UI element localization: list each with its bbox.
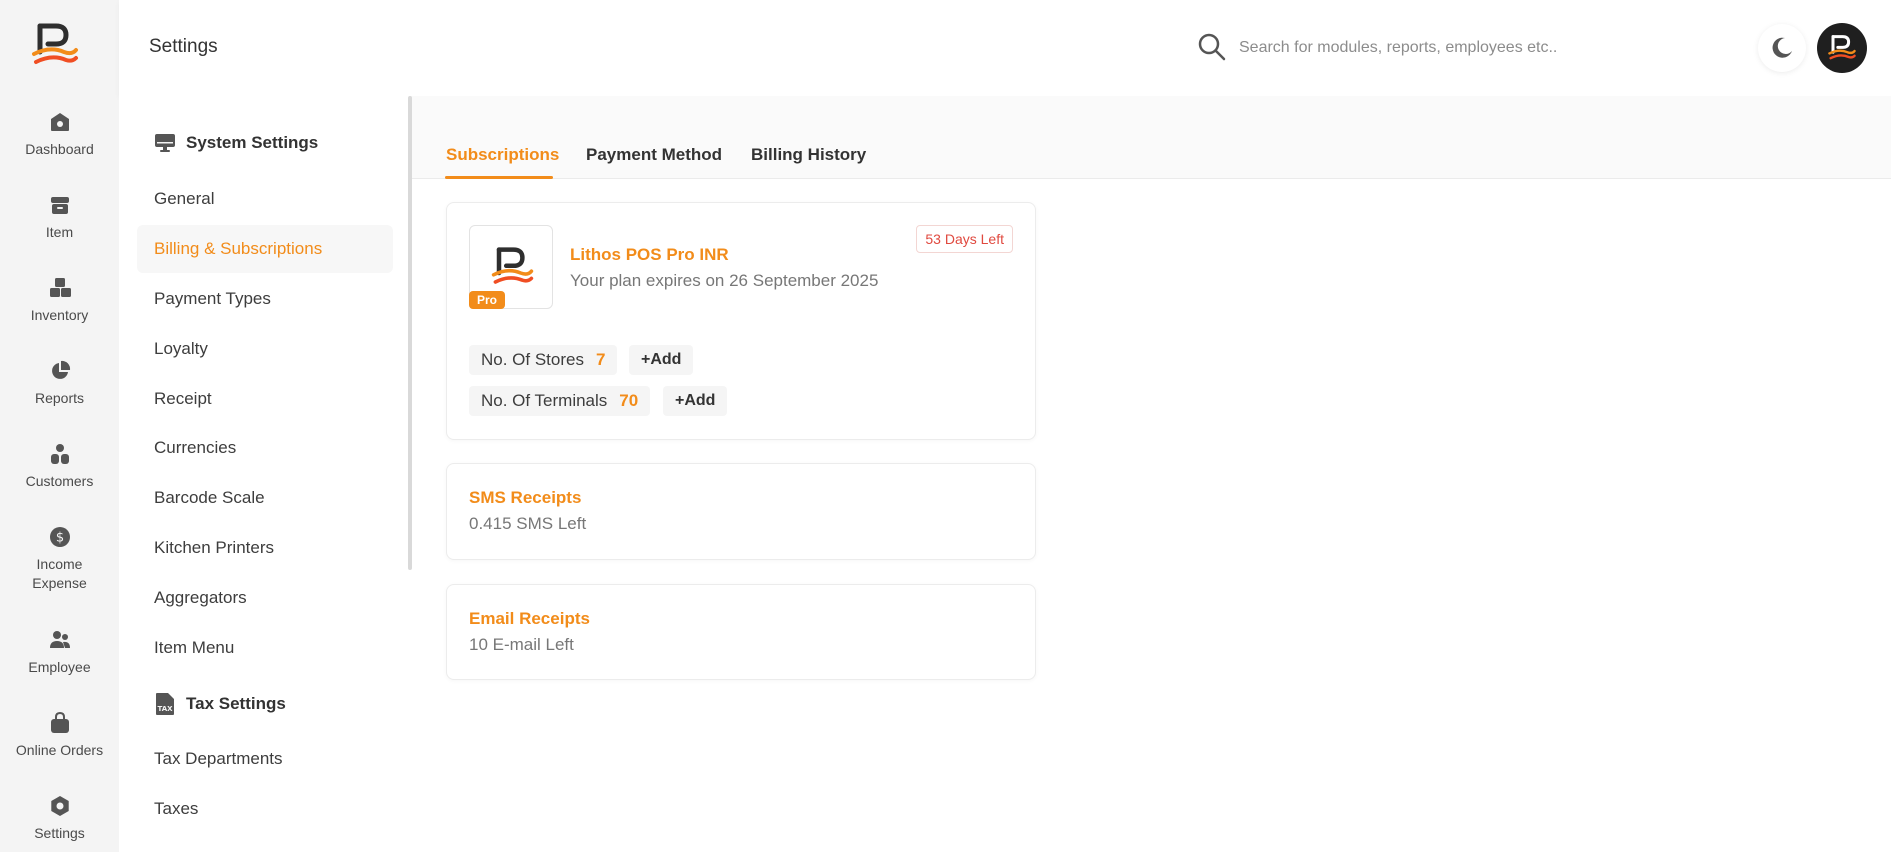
system-settings-heading-label: System Settings — [186, 133, 319, 152]
rail-item-label: Settings — [34, 825, 85, 841]
system-settings-heading: System Settings — [154, 132, 318, 154]
settings-nav-label: Taxes — [154, 799, 199, 818]
settings-nav-payment-types[interactable]: Payment Types — [137, 275, 393, 323]
settings-nav-currencies[interactable]: Currencies — [137, 424, 393, 472]
rail-item-customers[interactable]: Customers — [0, 442, 119, 491]
settings-nav-item-menu[interactable]: Item Menu — [137, 624, 393, 672]
stores-count: 7 — [595, 350, 606, 369]
active-tab-indicator — [445, 176, 553, 179]
gear-icon — [48, 794, 72, 818]
sms-receipts-title: SMS Receipts — [469, 488, 582, 507]
customer-icon — [48, 442, 72, 466]
settings-nav-label: Tax Departments — [154, 749, 283, 768]
add-terminal-button[interactable]: +Add — [663, 386, 728, 416]
settings-nav-label: Barcode Scale — [154, 488, 265, 507]
sms-receipts-card: SMS Receipts 0.415 SMS Left — [446, 463, 1036, 560]
dollar-icon: $ — [48, 525, 72, 549]
terminals-count-pill: No. Of Terminals 70 — [469, 386, 651, 416]
email-receipts-card: Email Receipts 10 E-mail Left — [446, 584, 1036, 680]
tax-document-icon: TAX — [156, 693, 174, 715]
moon-icon — [1772, 37, 1792, 58]
rail-item-reports[interactable]: Reports — [0, 359, 119, 408]
settings-nav-loyalty[interactable]: Loyalty — [137, 325, 393, 373]
users-icon — [48, 628, 72, 652]
rail-item-label: Online Orders — [15, 742, 104, 758]
rail-item-label: Income Expense — [32, 556, 87, 591]
add-store-button[interactable]: +Add — [629, 345, 694, 375]
rail-item-employee[interactable]: Employee — [0, 628, 119, 677]
pro-badge: Pro — [469, 291, 506, 309]
tax-settings-heading-label: Tax Settings — [186, 694, 286, 713]
settings-nav-barcode-scale[interactable]: Barcode Scale — [137, 474, 393, 522]
terminals-label: No. Of Terminals — [481, 391, 608, 410]
home-icon — [48, 110, 72, 134]
settings-nav-label: Aggregators — [154, 588, 247, 607]
sms-receipts-remaining: 0.415 SMS Left — [469, 514, 587, 533]
settings-nav-label: Kitchen Printers — [154, 538, 274, 557]
rail-item-label: Inventory — [30, 307, 89, 323]
email-receipts-remaining: 10 E-mail Left — [469, 635, 574, 654]
monitor-icon — [155, 134, 175, 152]
tab-billing-history[interactable]: Billing History — [751, 145, 866, 165]
plan-name: Lithos POS Pro INR — [570, 245, 729, 264]
rail-item-label: Dashboard — [25, 141, 94, 157]
theme-toggle-button[interactable] — [1758, 24, 1806, 72]
plan-expiry: Your plan expires on 26 September 2025 — [570, 271, 879, 290]
settings-nav-kitchen-printers[interactable]: Kitchen Printers — [137, 524, 393, 572]
user-avatar[interactable] — [1817, 23, 1867, 73]
settings-nav-taxes[interactable]: Taxes — [137, 785, 393, 833]
rail-item-inventory[interactable]: Inventory — [0, 276, 119, 325]
app-logo-icon — [1828, 35, 1856, 60]
days-left-badge: 53 Days Left — [916, 225, 1013, 253]
settings-nav-label: Receipt — [154, 389, 212, 408]
rail-item-label: Reports — [34, 390, 85, 406]
settings-nav-label: Currencies — [154, 438, 237, 457]
shopping-bag-icon — [48, 711, 72, 735]
search-input[interactable] — [1239, 33, 1559, 63]
rail-item-label: Employee — [28, 659, 91, 675]
settings-nav-label: Billing & Subscriptions — [154, 239, 323, 258]
page-title: Settings — [149, 36, 218, 57]
rail-item-income-expense[interactable]: $ Income Expense — [0, 525, 119, 593]
settings-nav-receipt[interactable]: Receipt — [137, 375, 393, 423]
rail-item-item[interactable]: Item — [0, 193, 119, 242]
settings-nav-general[interactable]: General — [137, 175, 393, 223]
app-logo[interactable] — [30, 22, 80, 68]
settings-nav-tax-departments[interactable]: Tax Departments — [137, 735, 393, 783]
settings-nav-billing-subscriptions[interactable]: Billing & Subscriptions — [137, 225, 393, 273]
terminals-count: 70 — [619, 391, 639, 410]
stores-count-pill: No. Of Stores 7 — [469, 345, 618, 375]
billing-tabs — [412, 96, 1891, 179]
tab-payment-method[interactable]: Payment Method — [586, 145, 722, 165]
subscription-card: Pro Lithos POS Pro INR Your plan expires… — [446, 202, 1036, 440]
rail-item-settings[interactable]: Settings — [0, 794, 119, 843]
settings-nav-label: Loyalty — [154, 339, 208, 358]
boxes-icon — [48, 276, 72, 300]
top-header: Settings — [119, 0, 1891, 96]
settings-nav-label: Item Menu — [154, 638, 235, 657]
email-receipts-title: Email Receipts — [469, 609, 590, 628]
stores-label: No. Of Stores — [481, 350, 584, 369]
settings-nav-label: General — [154, 189, 215, 208]
rail-item-label: Customers — [25, 473, 94, 489]
rail-item-dashboard[interactable]: Dashboard — [0, 110, 119, 159]
svg-text:$: $ — [55, 531, 63, 546]
tax-settings-heading: TAX Tax Settings — [154, 692, 286, 716]
settings-nav-label: Payment Types — [154, 289, 271, 308]
settings-nav-aggregators[interactable]: Aggregators — [137, 574, 393, 622]
main-navigation-rail: Dashboard Item Inventory Reports Custome… — [0, 0, 119, 852]
svg-text:TAX: TAX — [157, 705, 173, 713]
pie-chart-icon — [48, 359, 72, 383]
archive-icon — [48, 193, 72, 217]
search-icon[interactable] — [1197, 32, 1227, 62]
rail-item-online-orders[interactable]: Online Orders — [0, 711, 119, 760]
tab-subscriptions[interactable]: Subscriptions — [446, 145, 559, 165]
rail-item-label: Item — [45, 224, 74, 240]
